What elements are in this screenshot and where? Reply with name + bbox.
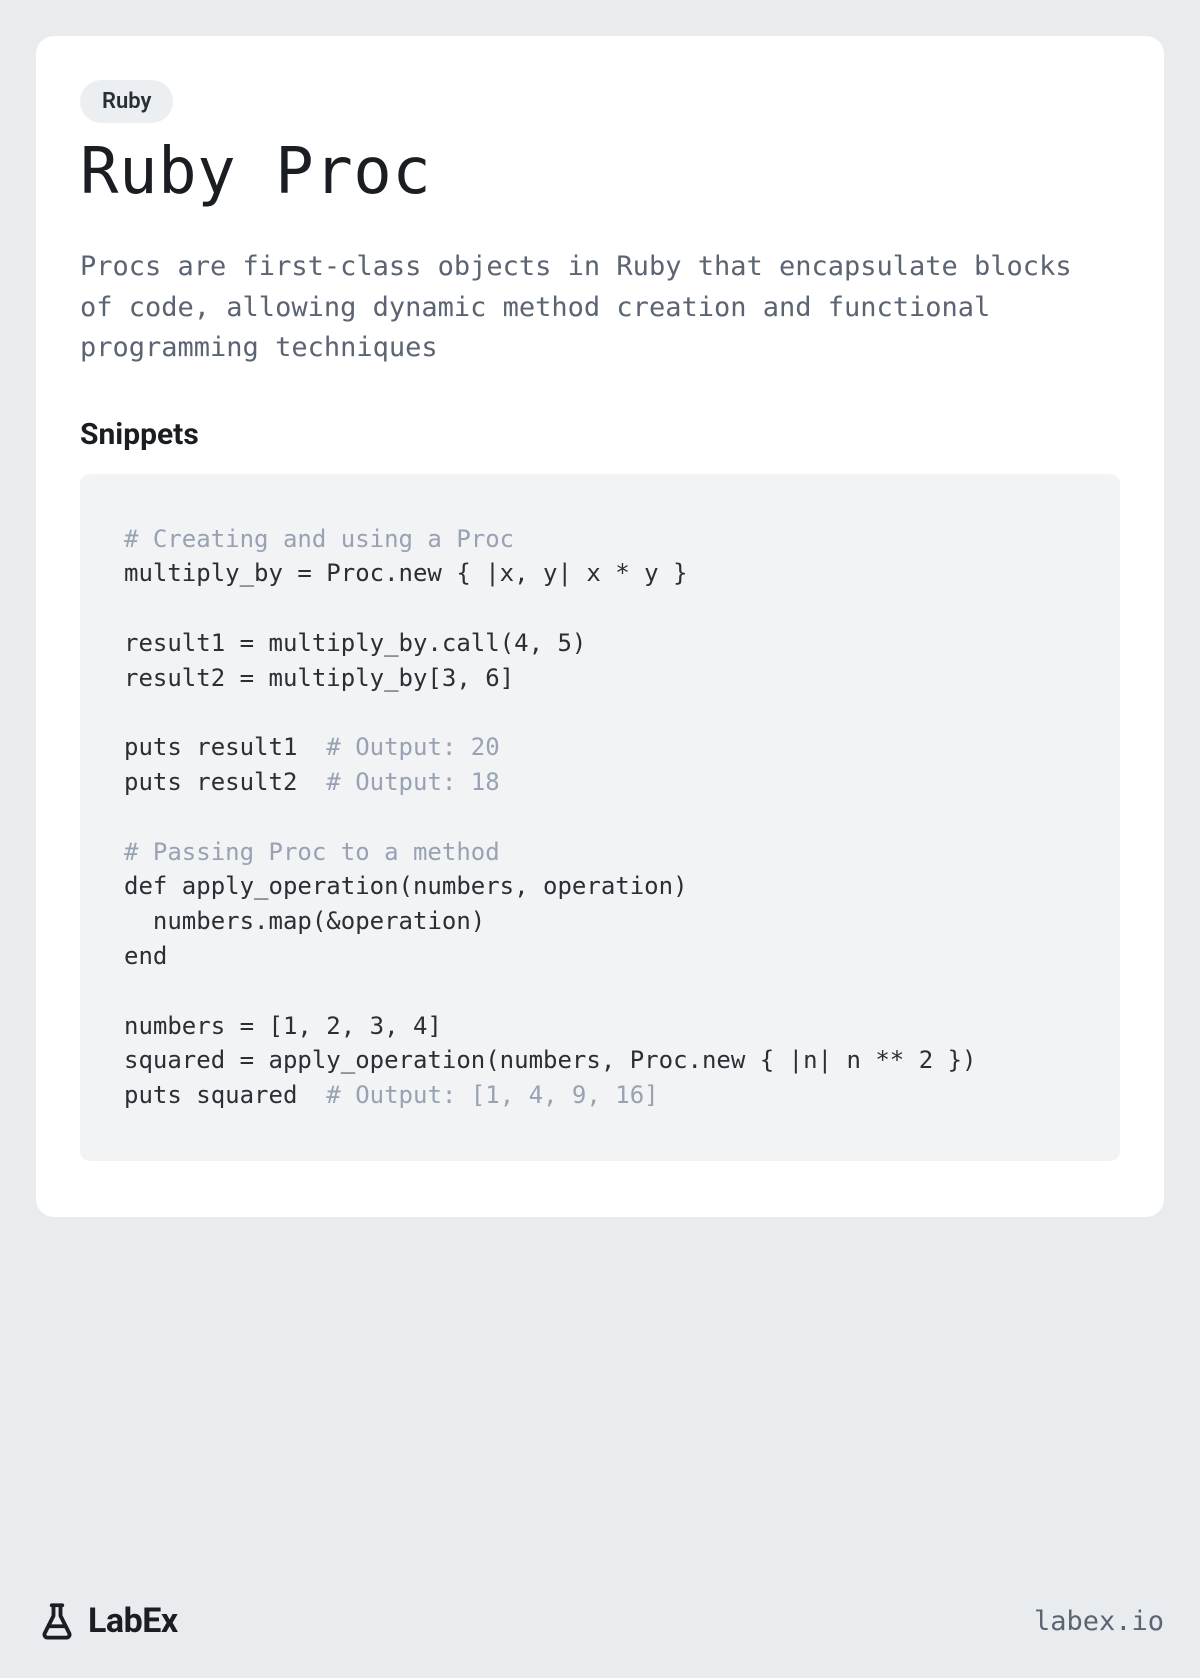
code-block: # Creating and using a Proc multiply_by … xyxy=(124,522,1076,1114)
code-line: def apply_operation(numbers, operation) xyxy=(124,872,688,900)
code-line: multiply_by = Proc.new { |x, y| x * y } xyxy=(124,559,688,587)
brand-name: LabEx xyxy=(88,1601,178,1641)
code-line: puts result2 xyxy=(124,768,326,796)
page-title: Ruby Proc xyxy=(80,135,1120,209)
code-line: numbers.map(&operation) xyxy=(124,907,485,935)
code-line: numbers = [1, 2, 3, 4] xyxy=(124,1012,442,1040)
code-comment: # Output: 18 xyxy=(326,768,499,796)
code-comment: # Creating and using a Proc xyxy=(124,525,514,553)
description-text: Procs are first-class objects in Ruby th… xyxy=(80,247,1120,369)
code-comment: # Output: 20 xyxy=(326,733,499,761)
code-comment: # Passing Proc to a method xyxy=(124,838,500,866)
language-badge: Ruby xyxy=(80,80,173,123)
code-line: puts squared xyxy=(124,1081,326,1109)
code-line: result2 = multiply_by[3, 6] xyxy=(124,664,514,692)
site-url: labex.io xyxy=(1034,1606,1164,1637)
brand-logo: LabEx xyxy=(36,1600,178,1642)
code-line: puts result1 xyxy=(124,733,326,761)
content-card: Ruby Ruby Proc Procs are first-class obj… xyxy=(36,36,1164,1217)
code-line: end xyxy=(124,942,167,970)
code-comment: # Output: [1, 4, 9, 16] xyxy=(326,1081,658,1109)
flask-icon xyxy=(36,1600,78,1642)
code-line: result1 = multiply_by.call(4, 5) xyxy=(124,629,586,657)
snippets-heading: Snippets xyxy=(80,417,1120,452)
footer: LabEx labex.io xyxy=(36,1600,1164,1642)
code-snippet-box: # Creating and using a Proc multiply_by … xyxy=(80,474,1120,1162)
code-line: squared = apply_operation(numbers, Proc.… xyxy=(124,1046,977,1074)
